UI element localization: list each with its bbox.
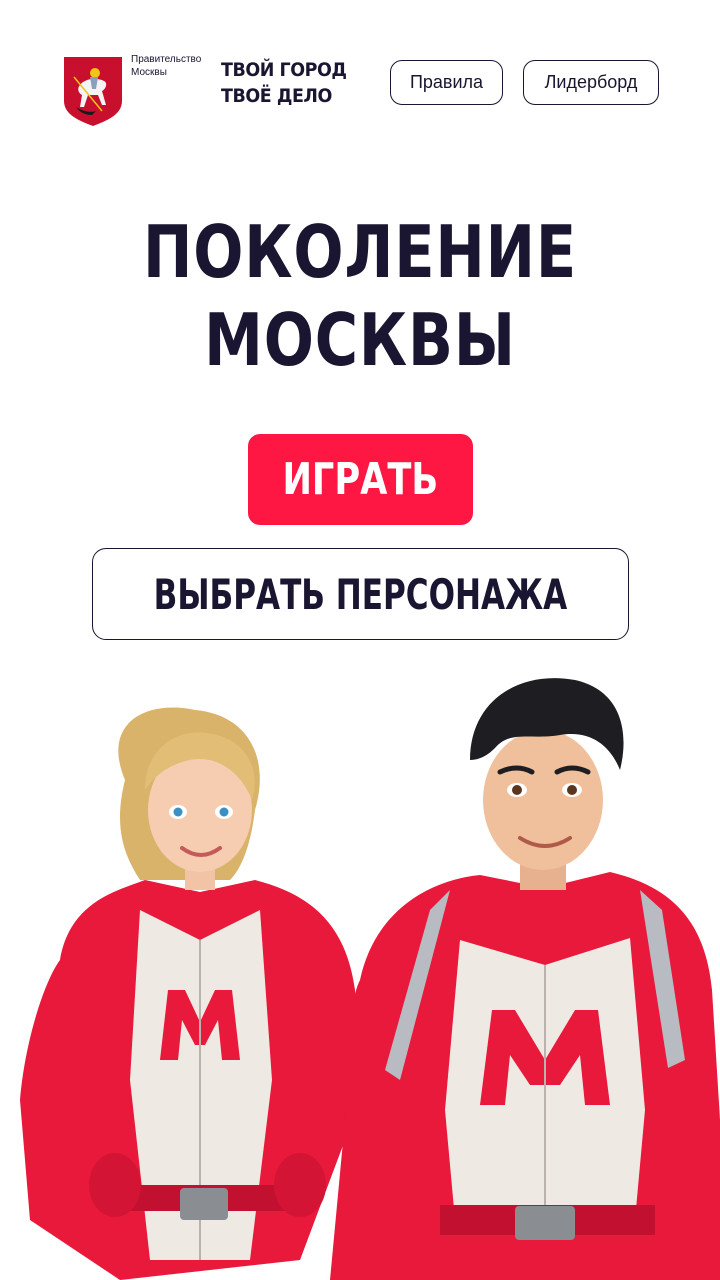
slogan: ТВОЙ ГОРОД ТВОЁ ДЕЛО: [221, 57, 347, 109]
page-title: ПОКОЛЕНИЕ МОСКВЫ: [0, 208, 720, 384]
slogan-line-2: ТВОЁ ДЕЛО: [221, 85, 332, 107]
moscow-coat-of-arms-icon: [64, 57, 122, 126]
play-button-label: ИГРАТЬ: [282, 454, 439, 505]
government-label: Правительство Москвы: [131, 54, 202, 78]
title-line-2: МОСКВЫ: [204, 298, 516, 382]
choose-character-button[interactable]: ВЫБРАТЬ ПЕРСОНАЖА: [92, 548, 629, 640]
header: Правительство Москвы ТВОЙ ГОРОД ТВОЁ ДЕЛ…: [0, 0, 720, 140]
choose-character-label: ВЫБРАТЬ ПЕРСОНАЖА: [153, 569, 568, 619]
female-character: [20, 707, 360, 1280]
rules-button[interactable]: Правила: [390, 60, 503, 105]
title-line-1: ПОКОЛЕНИЕ: [143, 210, 577, 294]
leaderboard-button[interactable]: Лидерборд: [523, 60, 659, 105]
play-button[interactable]: ИГРАТЬ: [248, 434, 473, 525]
characters-illustration: [20, 678, 720, 1280]
slogan-line-1: ТВОЙ ГОРОД: [221, 59, 347, 81]
male-character: [330, 678, 720, 1280]
